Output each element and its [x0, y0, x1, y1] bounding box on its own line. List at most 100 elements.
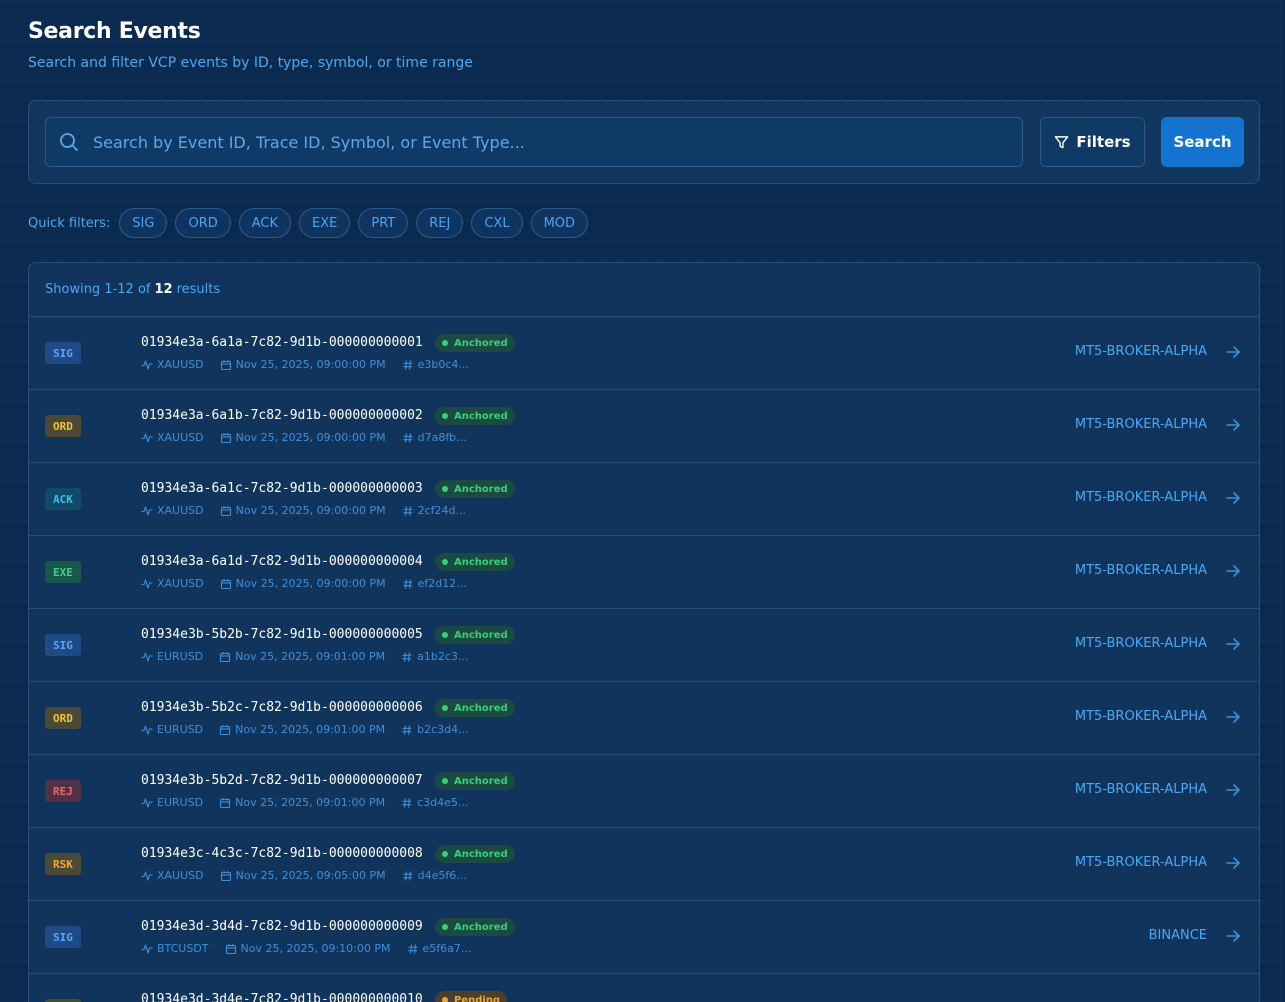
status-label: Anchored	[454, 775, 508, 787]
event-row[interactable]: ORD 01934e3b-5b2c-7c82-9d1b-000000000006 A…	[29, 682, 1259, 755]
status-dot-icon	[442, 778, 448, 784]
event-row[interactable]: SIG 01934e3d-3d4d-7c82-9d1b-000000000009 A…	[29, 901, 1259, 974]
search-input[interactable]	[79, 118, 1022, 166]
status-label: Anchored	[454, 483, 508, 495]
filter-icon	[1055, 135, 1069, 148]
event-id: 01934e3a-6a1a-7c82-9d1b-000000000001	[141, 335, 423, 350]
status-label: Anchored	[454, 556, 508, 568]
event-meta: XAUUSD Nov 25, 2025, 09:05:00 PM d4e5f6...	[141, 869, 483, 882]
hash-icon	[402, 724, 412, 735]
broker-name: MT5-BROKER-ALPHA	[1074, 417, 1207, 432]
event-symbol: XAUUSD	[141, 869, 204, 882]
quick-filter-chip-mod[interactable]: MOD	[530, 208, 589, 238]
event-row[interactable]: ORD 01934e3a-6a1b-7c82-9d1b-000000000002 A…	[29, 390, 1259, 463]
calendar-icon	[220, 359, 231, 370]
arrow-right-icon	[1226, 565, 1240, 577]
open-event-arrow[interactable]	[1225, 855, 1241, 875]
event-time: Nov 25, 2025, 09:01:00 PM	[219, 650, 385, 663]
status-dot-icon	[442, 559, 448, 565]
status-badge: Anchored	[435, 553, 515, 571]
open-event-arrow[interactable]	[1225, 344, 1241, 364]
event-hash: d7a8fb...	[402, 431, 467, 444]
activity-icon	[141, 505, 153, 516]
event-id: 01934e3a-6a1b-7c82-9d1b-000000000002	[141, 408, 423, 423]
event-meta: EURUSD Nov 25, 2025, 09:01:00 PM b2c3d4...	[141, 723, 485, 736]
event-id: 01934e3c-4c3c-7c82-9d1b-000000000008	[141, 846, 423, 861]
event-symbol-text: XAUUSD	[157, 577, 204, 590]
activity-icon	[141, 432, 153, 443]
status-dot-icon	[442, 924, 448, 930]
event-time: Nov 25, 2025, 09:01:00 PM	[219, 723, 385, 736]
open-event-arrow[interactable]	[1225, 782, 1241, 802]
event-time: Nov 25, 2025, 09:10:00 PM	[225, 942, 391, 955]
calendar-icon	[220, 578, 231, 589]
status-dot-icon	[442, 413, 448, 419]
status-badge: Anchored	[435, 845, 515, 863]
event-hash-text: ef2d12...	[417, 577, 467, 590]
event-hash-text: e3b0c4...	[417, 358, 469, 371]
broker-name: MT5-BROKER-ALPHA	[1074, 855, 1207, 870]
status-badge: Anchored	[435, 626, 515, 644]
filters-button-label: Filters	[1076, 133, 1131, 151]
open-event-arrow[interactable]	[1225, 928, 1241, 948]
arrow-right-icon	[1226, 492, 1240, 504]
arrow-right-icon	[1226, 638, 1240, 650]
event-time-text: Nov 25, 2025, 09:10:00 PM	[240, 942, 391, 955]
search-box[interactable]	[45, 117, 1023, 167]
event-type-badge: SIG	[45, 342, 81, 364]
event-row[interactable]: ORD01934e3d-3d4e-7c82-9d1b-000000000010P…	[29, 974, 1259, 1002]
status-dot-icon	[442, 340, 448, 346]
open-event-arrow[interactable]	[1225, 563, 1241, 583]
event-type-badge: SIG	[45, 926, 81, 948]
event-hash-text: e5f6a7...	[422, 942, 472, 955]
event-symbol-text: EURUSD	[157, 650, 204, 663]
event-row[interactable]: SIG 01934e3a-6a1a-7c82-9d1b-000000000001 A…	[29, 317, 1259, 390]
quick-filter-chip-ord[interactable]: ORD	[175, 208, 231, 238]
results-summary: Showing 1-12 of 12 results	[29, 263, 1259, 317]
event-symbol-text: XAUUSD	[157, 358, 204, 371]
hash-icon	[407, 943, 417, 954]
activity-icon	[141, 943, 153, 954]
activity-icon	[141, 359, 153, 370]
activity-icon	[141, 724, 153, 735]
event-symbol-text: EURUSD	[157, 723, 204, 736]
event-hash-text: d7a8fb...	[417, 431, 467, 444]
search-button[interactable]: Search	[1161, 117, 1244, 167]
event-row[interactable]: SIG 01934e3b-5b2b-7c82-9d1b-000000000005 A…	[29, 609, 1259, 682]
broker-name: MT5-BROKER-ALPHA	[1074, 490, 1207, 505]
event-symbol: EURUSD	[141, 796, 203, 809]
page-title: Search Events	[28, 19, 201, 44]
quick-filter-chip-ack[interactable]: ACK	[238, 208, 292, 238]
quick-filter-chip-sig[interactable]: SIG	[119, 208, 168, 238]
quick-filter-chip-cxl[interactable]: CXL	[471, 208, 523, 238]
broker-name: MT5-BROKER-ALPHA	[1074, 782, 1207, 797]
quick-filters: Quick filters: SIG ORD ACK EXE PRT REJ C…	[28, 208, 589, 238]
activity-icon	[141, 578, 153, 589]
open-event-arrow[interactable]	[1225, 417, 1241, 437]
event-time-text: Nov 25, 2025, 09:00:00 PM	[235, 358, 386, 371]
event-time-text: Nov 25, 2025, 09:01:00 PM	[235, 650, 386, 663]
event-meta: XAUUSD Nov 25, 2025, 09:00:00 PM d7a8fb...	[141, 431, 483, 444]
open-event-arrow[interactable]	[1225, 636, 1241, 656]
event-time-text: Nov 25, 2025, 09:01:00 PM	[235, 723, 386, 736]
quick-filter-chip-exe[interactable]: EXE	[299, 208, 351, 238]
hash-icon	[402, 359, 413, 370]
open-event-arrow[interactable]	[1225, 490, 1241, 510]
calendar-icon	[220, 505, 231, 516]
event-id: 01934e3d-3d4d-7c82-9d1b-000000000009	[141, 919, 423, 934]
event-meta: EURUSD Nov 25, 2025, 09:01:00 PM a1b2c3...	[141, 650, 484, 663]
filters-button[interactable]: Filters	[1040, 117, 1145, 167]
event-hash-text: b2c3d4...	[417, 723, 469, 736]
quick-filter-chip-rej[interactable]: REJ	[416, 208, 464, 238]
event-row[interactable]: REJ 01934e3b-5b2d-7c82-9d1b-000000000007 A…	[29, 755, 1259, 828]
open-event-arrow[interactable]	[1225, 709, 1241, 729]
event-row[interactable]: RSK 01934e3c-4c3c-7c82-9d1b-000000000008 A…	[29, 828, 1259, 901]
event-row[interactable]: EXE 01934e3a-6a1d-7c82-9d1b-000000000004 A…	[29, 536, 1259, 609]
results-summary-suffix: results	[176, 282, 221, 297]
event-time: Nov 25, 2025, 09:01:00 PM	[219, 796, 385, 809]
activity-icon	[141, 651, 153, 662]
event-row[interactable]: ACK 01934e3a-6a1c-7c82-9d1b-000000000003 A…	[29, 463, 1259, 536]
event-symbol: BTCUSDT	[141, 942, 209, 955]
quick-filter-chip-prt[interactable]: PRT	[358, 208, 409, 238]
event-hash: c3d4e5...	[401, 796, 468, 809]
